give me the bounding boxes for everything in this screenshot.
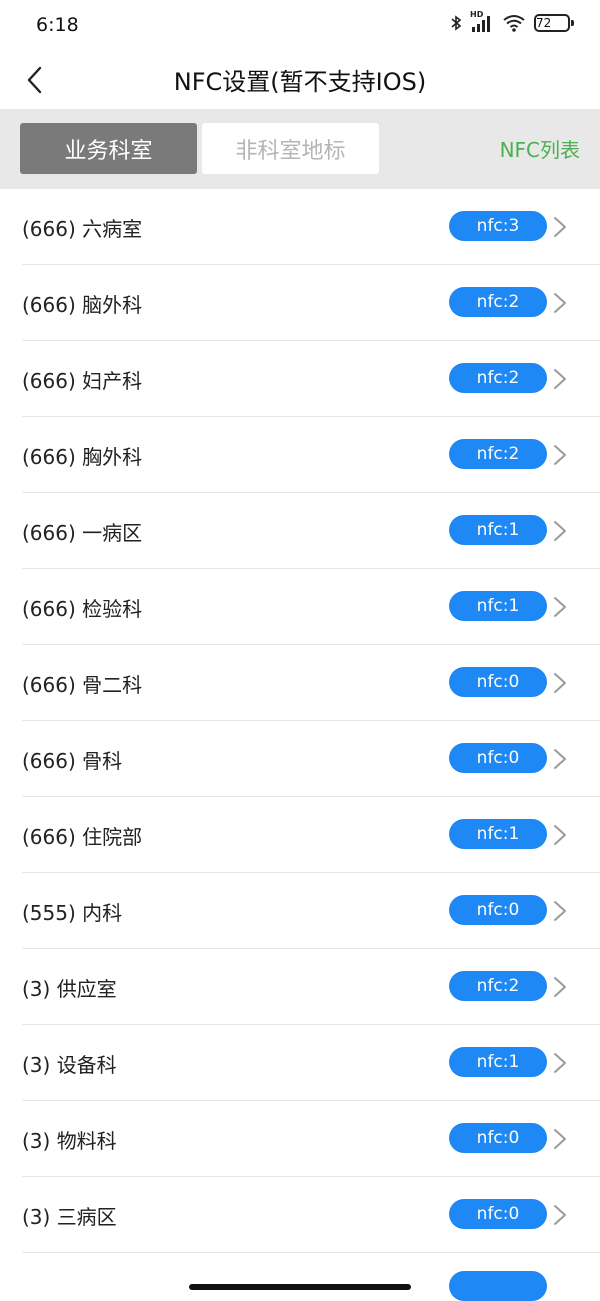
wifi-icon bbox=[502, 14, 526, 32]
nfc-count-badge: nfc:3 bbox=[449, 211, 547, 241]
list-item[interactable]: (666) 骨二科 nfc:0 bbox=[22, 645, 600, 721]
item-label: (666) 妇产科 bbox=[22, 369, 143, 393]
signal-icon: HD bbox=[470, 10, 494, 32]
item-label: (666) 检验科 bbox=[22, 597, 143, 621]
chevron-right-icon bbox=[554, 369, 566, 389]
list-item[interactable]: (666) 一病区 nfc:1 bbox=[22, 493, 600, 569]
nfc-count-badge: nfc:1 bbox=[449, 515, 547, 545]
nfc-count-badge: nfc:2 bbox=[449, 363, 547, 393]
list-item[interactable]: (666) 六病室 nfc:3 bbox=[22, 189, 600, 265]
chevron-right-icon bbox=[554, 673, 566, 693]
chevron-right-icon bbox=[554, 825, 566, 845]
list-item[interactable]: (666) 住院部 nfc:1 bbox=[22, 797, 600, 873]
nfc-count-badge: nfc:2 bbox=[449, 971, 547, 1001]
item-label: (666) 胸外科 bbox=[22, 445, 143, 469]
home-indicator bbox=[189, 1284, 411, 1290]
tab-non-department-landmarks[interactable]: 非科室地标 bbox=[202, 123, 379, 174]
chevron-right-icon bbox=[554, 597, 566, 617]
nfc-count-badge: nfc:0 bbox=[449, 1123, 547, 1153]
list-item[interactable]: (666) 妇产科 nfc:2 bbox=[22, 341, 600, 417]
list-item[interactable]: (666) 脑外科 nfc:2 bbox=[22, 265, 600, 341]
chevron-right-icon bbox=[554, 1053, 566, 1073]
status-time: 6:18 bbox=[36, 14, 79, 36]
list-item[interactable]: (666) 胸外科 nfc:2 bbox=[22, 417, 600, 493]
chevron-right-icon bbox=[554, 521, 566, 541]
list-item[interactable]: (3) 物料科 nfc:0 bbox=[22, 1101, 600, 1177]
nfc-count-badge: nfc:0 bbox=[449, 1199, 547, 1229]
item-label: (666) 脑外科 bbox=[22, 293, 143, 317]
list-item[interactable]: (3) 三病区 nfc:0 bbox=[22, 1177, 600, 1253]
nfc-list-link[interactable]: NFC列表 bbox=[500, 134, 580, 163]
item-label: (3) 供应室 bbox=[22, 977, 117, 1001]
nav-bar: NFC设置(暂不支持IOS) bbox=[0, 52, 600, 108]
status-bar: 6:18 HD 72 bbox=[0, 0, 600, 52]
nfc-count-badge: nfc:0 bbox=[449, 895, 547, 925]
chevron-right-icon bbox=[554, 977, 566, 997]
nfc-count-badge: nfc:1 bbox=[449, 819, 547, 849]
nfc-count-badge: nfc:0 bbox=[449, 743, 547, 773]
item-label: (666) 骨科 bbox=[22, 749, 123, 773]
item-label: (3) 物料科 bbox=[22, 1129, 117, 1153]
item-label: (555) 内科 bbox=[22, 901, 123, 925]
hd-label: HD bbox=[470, 10, 484, 19]
battery-icon: 72 bbox=[534, 14, 574, 32]
chevron-right-icon bbox=[554, 293, 566, 313]
item-label: (3) 三病区 bbox=[22, 1205, 117, 1229]
item-label: (666) 骨二科 bbox=[22, 673, 143, 697]
chevron-right-icon bbox=[554, 1205, 566, 1225]
list-item[interactable]: (3) 设备科 nfc:1 bbox=[22, 1025, 600, 1101]
tab-strip: 业务科室 非科室地标 NFC列表 bbox=[0, 109, 600, 189]
chevron-right-icon bbox=[554, 217, 566, 237]
list-item[interactable]: (3) 供应室 nfc:2 bbox=[22, 949, 600, 1025]
nfc-count-badge: nfc:1 bbox=[449, 1047, 547, 1077]
list-item[interactable]: (666) 检验科 nfc:1 bbox=[22, 569, 600, 645]
tab-business-departments[interactable]: 业务科室 bbox=[20, 123, 197, 174]
chevron-left-icon bbox=[27, 66, 42, 94]
status-icons: HD 72 bbox=[450, 10, 574, 32]
item-label: (666) 住院部 bbox=[22, 825, 143, 849]
item-label: (666) 六病室 bbox=[22, 217, 143, 241]
item-label: (3) 设备科 bbox=[22, 1053, 117, 1077]
department-list: (666) 六病室 nfc:3 (666) 脑外科 nfc:2 (666) 妇产科 nfc… bbox=[0, 189, 600, 1253]
partial-nfc-badge bbox=[449, 1271, 547, 1301]
nfc-count-badge: nfc:2 bbox=[449, 287, 547, 317]
list-item[interactable]: (555) 内科 nfc:0 bbox=[22, 873, 600, 949]
nfc-count-badge: nfc:2 bbox=[449, 439, 547, 469]
nfc-count-badge: nfc:1 bbox=[449, 591, 547, 621]
chevron-right-icon bbox=[554, 445, 566, 465]
chevron-right-icon bbox=[554, 1129, 566, 1149]
nfc-count-badge: nfc:0 bbox=[449, 667, 547, 697]
chevron-right-icon bbox=[554, 901, 566, 921]
back-button[interactable] bbox=[14, 58, 54, 102]
bluetooth-icon bbox=[450, 14, 462, 32]
item-label: (666) 一病区 bbox=[22, 521, 143, 545]
page-title: NFC设置(暂不支持IOS) bbox=[173, 68, 427, 96]
list-item[interactable]: (666) 骨科 nfc:0 bbox=[22, 721, 600, 797]
chevron-right-icon bbox=[554, 749, 566, 769]
